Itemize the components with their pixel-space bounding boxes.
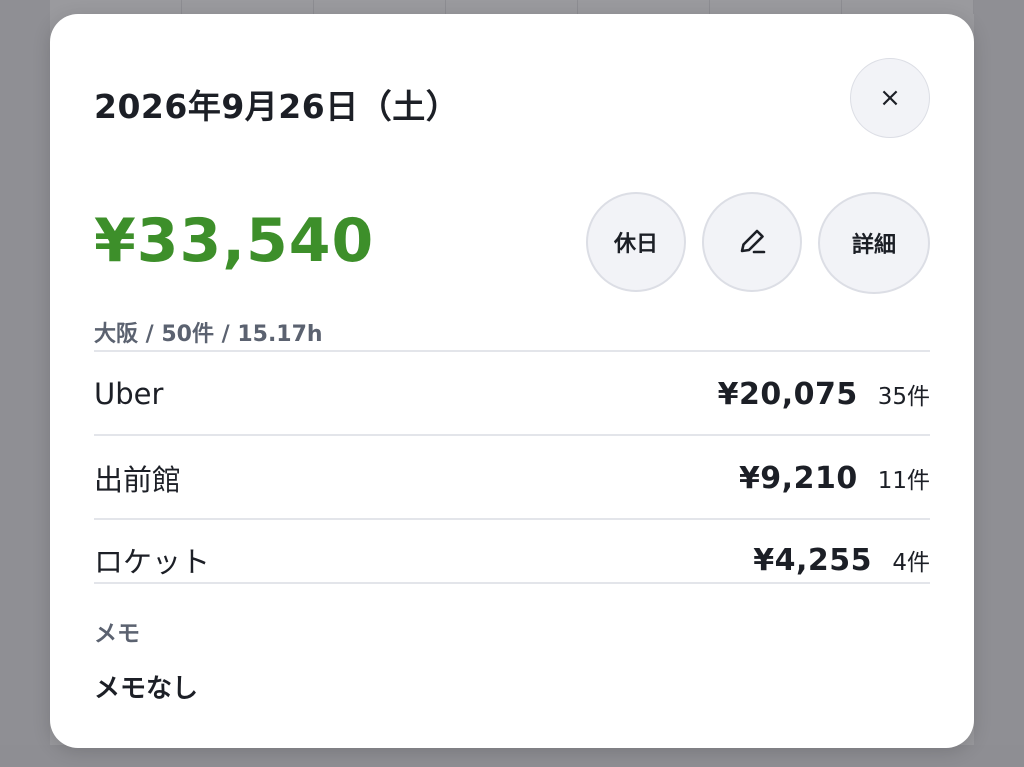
platform-count: 35件 [877,384,930,410]
backdrop-bottom [0,745,1024,767]
platform-amount: ¥20,075 [717,376,858,412]
platform-count: 11件 [877,468,930,494]
platform-row-uber: Uber ¥20,075 35件 [94,352,930,436]
platform-name: ロケット [94,545,211,579]
platform-name: 出前館 [94,463,182,497]
holiday-button[interactable]: 休日 [586,192,686,292]
close-button[interactable]: × [850,58,930,138]
pencil-icon [740,229,766,254]
platform-amount: ¥9,210 [738,460,858,496]
detail-button[interactable]: 詳細 [818,192,930,294]
holiday-button-label: 休日 [613,232,658,257]
platform-amount: ¥4,255 [753,542,872,578]
total-amount: ¥33,540 [94,206,375,276]
platform-count: 4件 [892,550,930,576]
detail-button-label: 詳細 [851,233,896,258]
memo-label: メモ [94,621,140,647]
platform-name: Uber [94,377,164,411]
summary-line: 大阪 / 50件 / 15.17h [94,322,323,347]
divider [94,582,930,584]
backdrop-right [974,0,1024,767]
day-detail-modal: 2026年9月26日（土） × ¥33,540 休日 詳細 大阪 / 50件 /… [50,14,974,748]
memo-text: メモなし [94,674,199,704]
edit-button[interactable] [702,192,802,292]
date-title: 2026年9月26日（土） [94,87,460,126]
backdrop-calendar-row [50,0,974,14]
platform-row-demaekan: 出前館 ¥9,210 11件 [94,436,930,520]
backdrop-left [0,0,50,767]
platform-row-rocket: ロケット ¥4,255 4件 [94,518,930,602]
close-icon: × [879,83,901,113]
